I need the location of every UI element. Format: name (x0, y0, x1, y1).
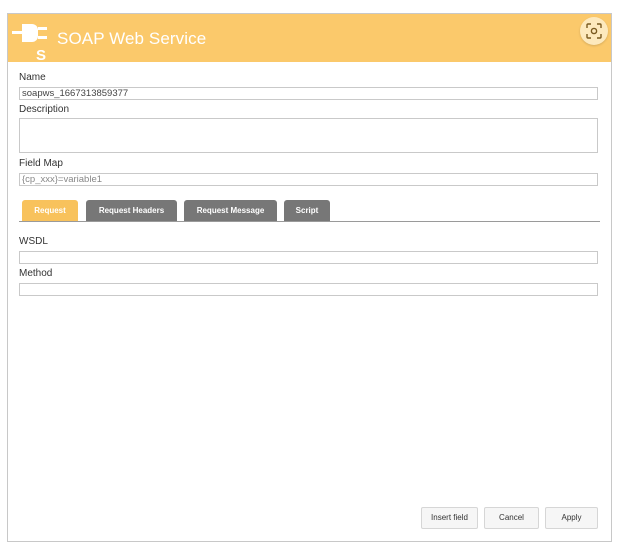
dialog-title: SOAP Web Service (57, 29, 207, 48)
plug-s-icon: S (12, 24, 47, 62)
tab-request-message[interactable]: Request Message (184, 200, 277, 222)
name-label: Name (19, 72, 46, 83)
tab-divider (19, 221, 600, 222)
field-map-input[interactable] (19, 173, 598, 186)
wsdl-label: WSDL (19, 236, 48, 247)
cancel-button[interactable]: Cancel (484, 507, 539, 529)
dialog-header: S SOAP Web Service (8, 14, 611, 62)
tab-request-headers[interactable]: Request Headers (86, 200, 177, 222)
description-label: Description (19, 104, 70, 115)
wsdl-input[interactable] (19, 251, 598, 264)
field-map-label: Field Map (19, 158, 63, 169)
tab-script[interactable]: Script (284, 200, 330, 222)
method-label: Method (19, 268, 53, 279)
fullscreen-button[interactable] (580, 17, 608, 45)
method-input[interactable] (19, 283, 598, 296)
apply-button[interactable]: Apply (545, 507, 598, 529)
tab-request[interactable]: Request (22, 200, 78, 222)
svg-text:S: S (36, 47, 46, 62)
name-input[interactable] (19, 87, 598, 100)
focus-frame-icon (586, 23, 602, 39)
insert-field-button[interactable]: Insert field (421, 507, 478, 529)
description-textarea[interactable] (19, 118, 598, 153)
soap-web-service-dialog: S SOAP Web Service Name Description Fiel… (7, 13, 612, 542)
